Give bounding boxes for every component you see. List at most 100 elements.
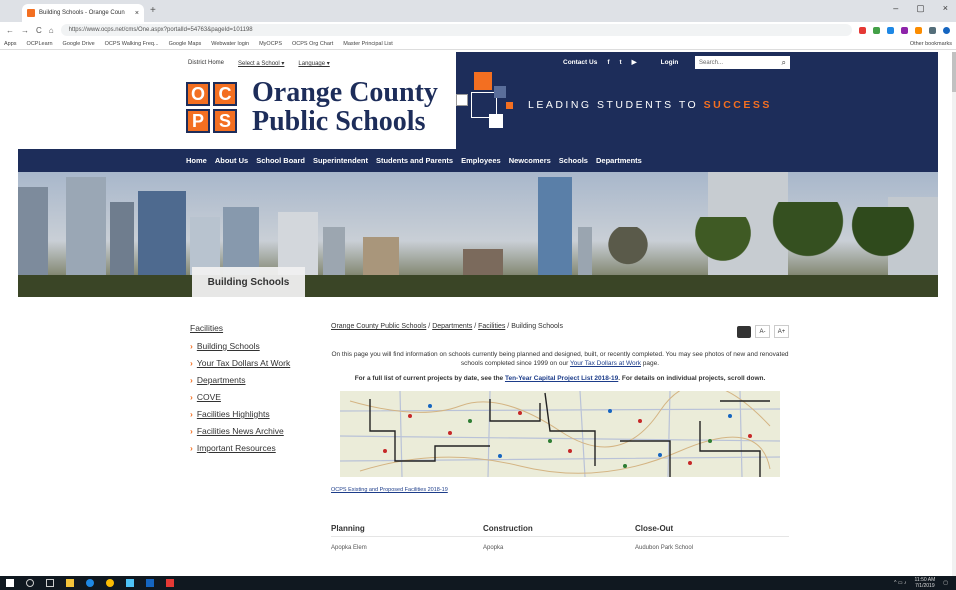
column-planning: Planning: [331, 524, 365, 533]
sidebar-item-departments[interactable]: › Departments: [190, 375, 290, 385]
extension-icon[interactable]: [859, 26, 866, 34]
bookmark-apps[interactable]: Apps: [4, 41, 17, 47]
new-tab-button[interactable]: +: [150, 5, 156, 16]
district-home-link[interactable]: District Home: [188, 60, 224, 67]
edge-icon[interactable]: [86, 579, 94, 587]
page-scrollbar[interactable]: [952, 52, 956, 576]
capital-project-list-link[interactable]: Ten-Year Capital Project List 2018-19: [505, 375, 618, 382]
youtube-icon[interactable]: ▶: [632, 58, 637, 66]
nav-about-us[interactable]: About Us: [215, 156, 248, 165]
hero-page-title: Building Schools: [192, 267, 305, 297]
breadcrumb-facilities[interactable]: Facilities: [478, 323, 505, 330]
bookmark-myocps[interactable]: MyOCPS: [259, 41, 282, 47]
tagline: LEADING STUDENTS TO SUCCESS: [528, 99, 772, 111]
facebook-icon[interactable]: f: [607, 59, 609, 66]
minimize-button[interactable]: –: [893, 3, 898, 14]
browser-tab[interactable]: Building Schools - Orange Coun ×: [22, 4, 144, 22]
breadcrumb-ocps[interactable]: Orange County Public Schools: [331, 323, 426, 330]
nav-schools[interactable]: Schools: [559, 156, 588, 165]
address-bar-row: ← → C ⌂ https://www.ocps.net/cms/One.asp…: [0, 22, 956, 38]
nav-departments[interactable]: Departments: [596, 156, 642, 165]
sidebar-item-resources[interactable]: › Important Resources: [190, 443, 290, 453]
print-icon[interactable]: [737, 325, 751, 338]
bookmark-google-maps[interactable]: Google Maps: [169, 41, 202, 47]
search-icon[interactable]: [26, 579, 34, 587]
tray-icons[interactable]: ^ ▭ ♪: [894, 580, 906, 586]
sidebar-item-news-archive[interactable]: › Facilities News Archive: [190, 426, 290, 436]
windows-start-icon[interactable]: [6, 579, 14, 587]
other-bookmarks[interactable]: Other bookmarks: [910, 41, 952, 47]
scrollbar-thumb[interactable]: [952, 52, 956, 92]
nav-school-board[interactable]: School Board: [256, 156, 305, 165]
ocps-logo[interactable]: O C P S: [186, 82, 237, 133]
file-explorer-icon[interactable]: [66, 579, 74, 587]
page-tools: A- A+: [737, 325, 789, 338]
facilities-map-link[interactable]: OCPS Existing and Proposed Facilities 20…: [331, 487, 789, 493]
extension-icon[interactable]: [915, 26, 922, 34]
bookmark-org-chart[interactable]: OCPS Org Chart: [292, 41, 333, 47]
sidebar-item-cove[interactable]: › COVE: [190, 392, 290, 402]
facilities-map-image[interactable]: [340, 391, 780, 477]
nav-superintendent[interactable]: Superintendent: [313, 156, 368, 165]
breadcrumb-departments[interactable]: Departments: [432, 323, 472, 330]
extension-icon[interactable]: [929, 26, 936, 34]
close-out-item[interactable]: Audubon Park School: [635, 545, 787, 551]
sidebar-item-highlights[interactable]: › Facilities Highlights: [190, 409, 290, 419]
bookmarks-bar: Apps OCPLearn Google Drive OCPS Walking …: [0, 38, 956, 50]
forward-icon[interactable]: →: [21, 26, 29, 35]
construction-item[interactable]: Apopka: [483, 545, 635, 551]
column-construction: Construction: [483, 524, 533, 533]
capital-list-paragraph: For a full list of current projects by d…: [354, 375, 766, 382]
bookmark-google-drive[interactable]: Google Drive: [63, 41, 95, 47]
nav-newcomers[interactable]: Newcomers: [509, 156, 551, 165]
bookmark-principal-list[interactable]: Master Principal List: [343, 41, 393, 47]
maximize-button[interactable]: ▢: [916, 3, 925, 14]
extension-icon[interactable]: [887, 26, 894, 34]
window-controls: – ▢ ×: [893, 3, 948, 14]
outlook-icon[interactable]: [146, 579, 154, 587]
system-tray: ^ ▭ ♪ 11:50 AM 7/1/2019 ▢: [894, 577, 948, 589]
search-input[interactable]: Search... ⌕: [695, 56, 790, 69]
extension-icon[interactable]: [901, 26, 908, 34]
close-window-button[interactable]: ×: [943, 3, 948, 14]
nav-students-parents[interactable]: Students and Parents: [376, 156, 453, 165]
twitter-icon[interactable]: t: [619, 59, 621, 66]
clock[interactable]: 11:50 AM 7/1/2019: [915, 577, 936, 589]
url-field[interactable]: https://www.ocps.net/cms/One.aspx?portal…: [60, 24, 852, 36]
language-dropdown[interactable]: Language ▾: [298, 60, 329, 67]
tax-dollars-link[interactable]: Your Tax Dollars at Work: [570, 360, 641, 367]
bookmark-ocplearn[interactable]: OCPLearn: [27, 41, 53, 47]
back-icon[interactable]: ←: [6, 26, 14, 35]
login-link[interactable]: Login: [661, 59, 679, 66]
logo-wordmark[interactable]: Orange County Public Schools: [252, 78, 438, 136]
font-increase-button[interactable]: A+: [774, 325, 789, 338]
reload-icon[interactable]: C: [36, 26, 42, 35]
app-icon[interactable]: [166, 579, 174, 587]
browser-chrome: Building Schools - Orange Coun × + – ▢ ×…: [0, 0, 956, 50]
font-decrease-button[interactable]: A-: [755, 325, 770, 338]
logo-line-2: Public Schools: [252, 106, 426, 137]
chrome-icon[interactable]: [106, 579, 114, 587]
nav-employees[interactable]: Employees: [461, 156, 501, 165]
select-school-dropdown[interactable]: Select a School ▾: [238, 60, 284, 67]
search-icon[interactable]: ⌕: [782, 58, 786, 68]
tab-close-icon[interactable]: ×: [135, 10, 139, 17]
bookmark-webwater[interactable]: Webwater login: [211, 41, 249, 47]
logo-letter: O: [186, 82, 210, 106]
notifications-icon[interactable]: ▢: [943, 580, 948, 586]
nav-home[interactable]: Home: [186, 156, 207, 165]
profile-avatar[interactable]: [943, 26, 950, 34]
bookmark-walking[interactable]: OCPS Walking Freq...: [105, 41, 159, 47]
task-view-icon[interactable]: [46, 579, 54, 587]
contact-us-link[interactable]: Contact Us: [563, 59, 597, 66]
sidebar-item-tax-dollars[interactable]: › Your Tax Dollars At Work: [190, 358, 290, 368]
sidebar-heading[interactable]: Facilities: [190, 323, 290, 333]
main-nav: Home About Us School Board Superintenden…: [18, 149, 938, 172]
planning-item[interactable]: Apopka Elem: [331, 545, 483, 551]
breadcrumb: Orange County Public Schools / Departmen…: [331, 323, 563, 330]
extension-icon[interactable]: [873, 26, 880, 34]
store-icon[interactable]: [126, 579, 134, 587]
chevron-right-icon: ›: [190, 341, 193, 351]
home-icon[interactable]: ⌂: [49, 26, 54, 35]
sidebar-item-building-schools[interactable]: › Building Schools: [190, 341, 290, 351]
